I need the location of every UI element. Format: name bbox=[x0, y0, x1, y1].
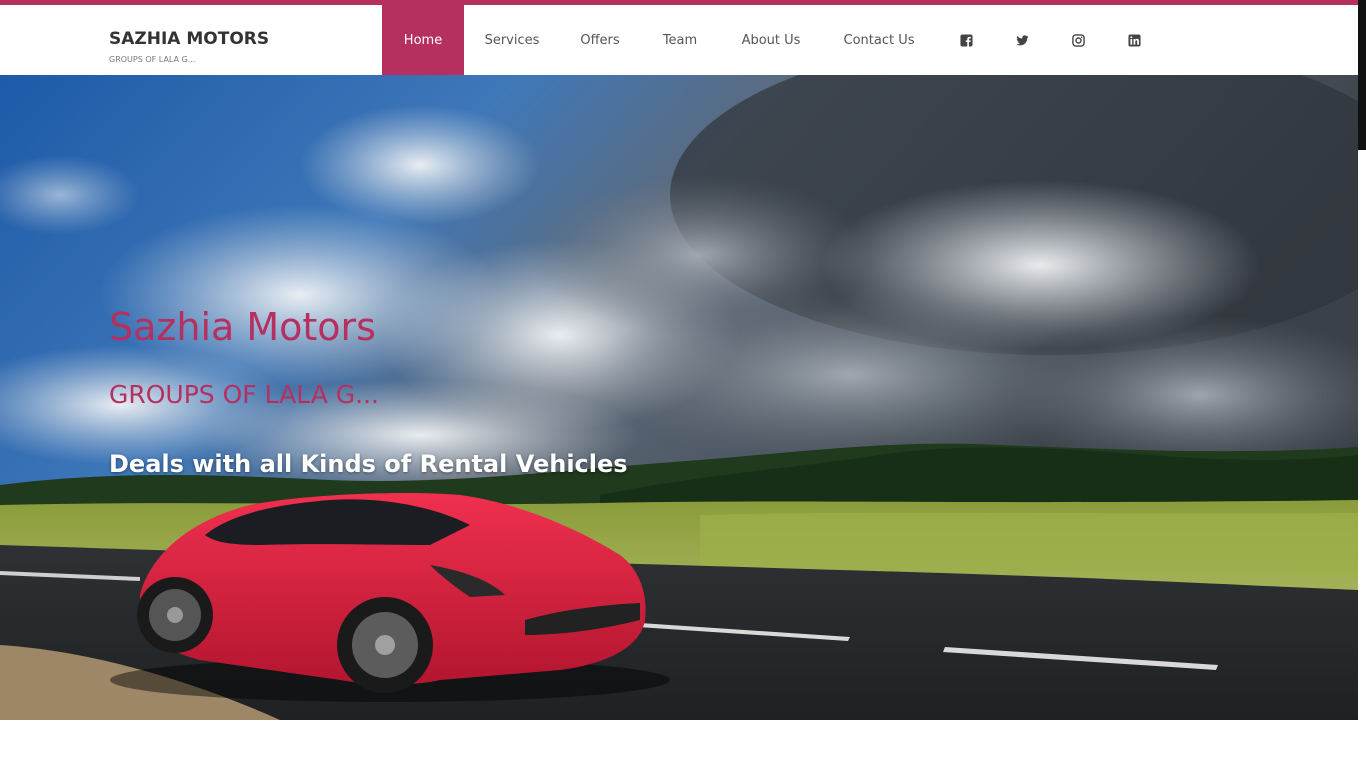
nav-item-team[interactable]: Team bbox=[640, 5, 720, 75]
instagram-icon[interactable] bbox=[1068, 5, 1088, 75]
brand-title[interactable]: SAZHIA MOTORS bbox=[109, 29, 269, 49]
brand-subtitle: GROUPS OF LALA G... bbox=[109, 55, 196, 64]
brand[interactable]: SAZHIA MOTORS GROUPS OF LALA G... bbox=[109, 29, 269, 64]
main-nav: Home Services Offers Team About Us Conta… bbox=[382, 5, 936, 75]
hero-subtitle: GROUPS OF LALA G... bbox=[109, 380, 379, 409]
page: SAZHIA MOTORS GROUPS OF LALA G... Home S… bbox=[0, 0, 1366, 768]
hero-banner: Sazhia Motors GROUPS OF LALA G... Deals … bbox=[0, 75, 1358, 720]
window-edge-strip bbox=[1358, 0, 1366, 150]
linkedin-icon[interactable] bbox=[1124, 5, 1144, 75]
site-header: SAZHIA MOTORS GROUPS OF LALA G... Home S… bbox=[0, 5, 1358, 75]
nav-item-about-us[interactable]: About Us bbox=[720, 5, 822, 75]
nav-item-offers[interactable]: Offers bbox=[560, 5, 640, 75]
facebook-icon[interactable] bbox=[956, 5, 976, 75]
hero-tagline: Deals with all Kinds of Rental Vehicles bbox=[109, 450, 628, 478]
nav-item-home[interactable]: Home bbox=[382, 5, 464, 75]
twitter-icon[interactable] bbox=[1012, 5, 1032, 75]
nav-item-services[interactable]: Services bbox=[464, 5, 560, 75]
nav-item-contact-us[interactable]: Contact Us bbox=[822, 5, 936, 75]
hero-title: Sazhia Motors bbox=[109, 305, 376, 349]
